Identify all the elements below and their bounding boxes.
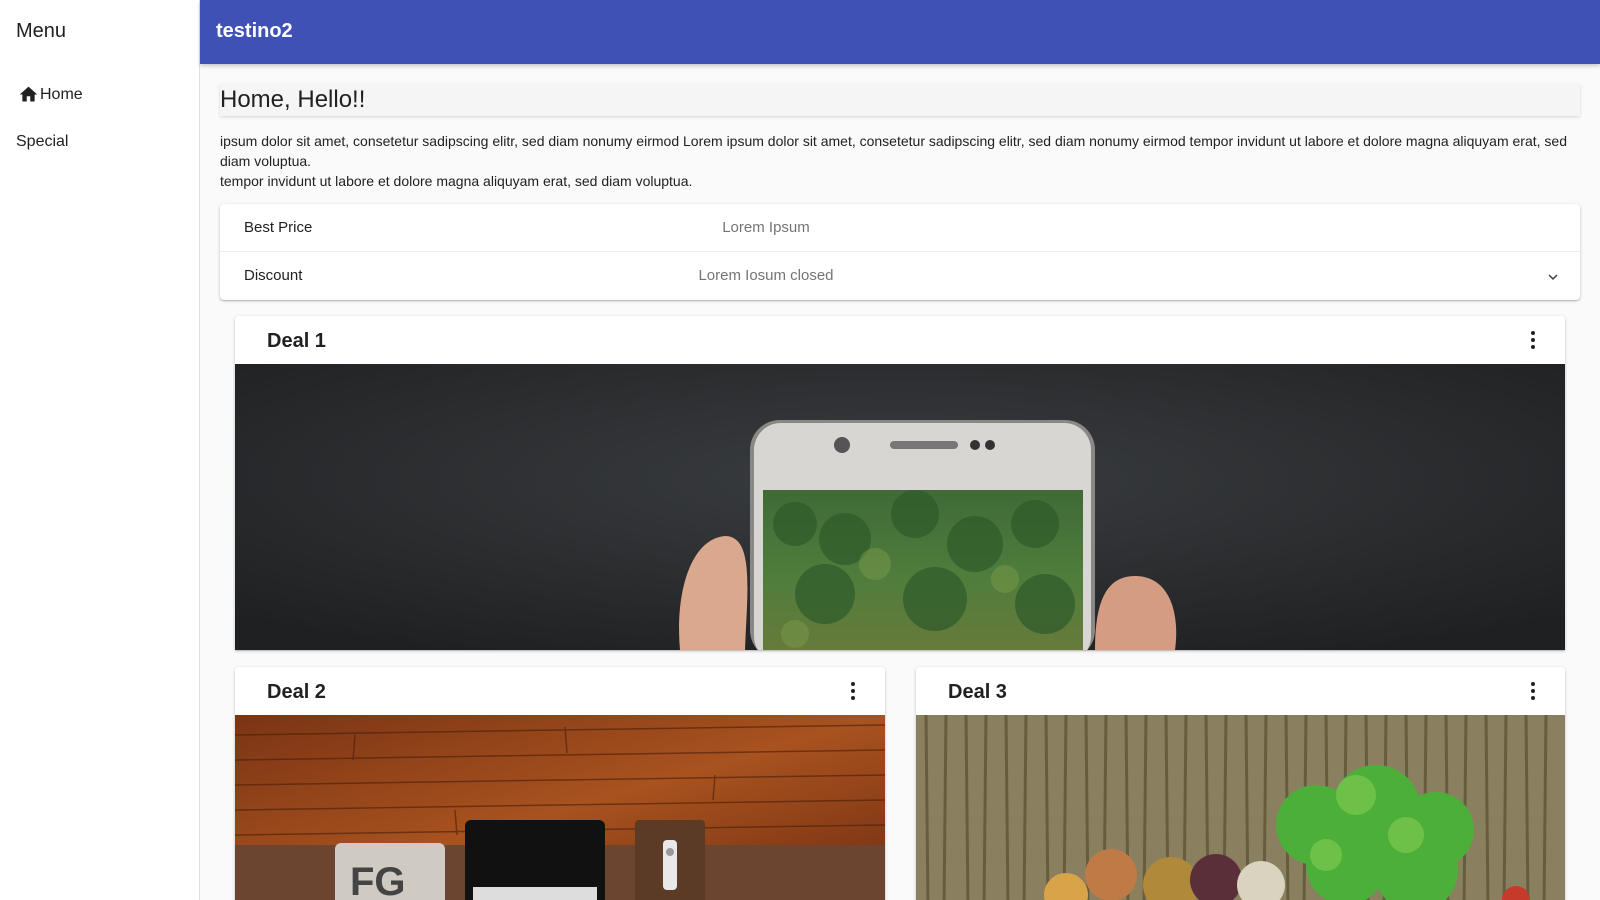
info-row-best-price: Best Price Lorem Ipsum [220,204,1580,252]
sidebar-item-label: Home [40,85,83,103]
deal-title: Deal 2 [267,681,326,703]
svg-text:FG: FG [350,860,406,900]
sidebar-title: Menu [16,20,67,42]
deal-title: Deal 3 [948,681,1007,703]
deal-image [235,364,1565,650]
deal-card[interactable]: Deal 1 [235,316,1565,650]
main-content: Home, Hello!! ipsum dolor sit amet, cons… [200,64,1600,900]
deal-header: Deal 3 [916,667,1565,715]
deal-header: Deal 2 [235,667,885,715]
info-label: Best Price [244,219,313,236]
sidebar-item-home[interactable]: Home [18,84,83,105]
app-title: testino2 [216,20,293,42]
info-panel: Best Price Lorem Ipsum Discount Lorem Io… [220,204,1580,300]
deal-header: Deal 1 [235,316,1565,364]
deal-image: FG [235,715,885,900]
deal-title: Deal 1 [267,330,326,352]
intro-line-1: ipsum dolor sit amet, consetetur sadipsc… [220,133,1567,169]
more-vert-icon[interactable] [1521,679,1545,703]
chevron-down-icon[interactable] [1544,268,1562,286]
sidebar-item-label: Special [16,133,69,150]
deal-image [916,715,1565,900]
sidebar-item-special[interactable]: Special [16,133,68,151]
sidebar: Menu Home Special [0,0,200,900]
home-icon [19,86,38,102]
intro-text: ipsum dolor sit amet, consetetur sadipsc… [220,131,1582,191]
page-title: Home, Hello!! [220,84,1580,116]
info-label: Discount [244,267,303,284]
deal-card[interactable]: Deal 3 [916,667,1565,900]
info-value: Lorem Ipsum [722,219,810,236]
info-value: Lorem Iosum closed [698,267,834,284]
deal-card[interactable]: Deal 2 FG [235,667,885,900]
intro-line-2: tempor invidunt ut labore et dolore magn… [220,173,693,189]
more-vert-icon[interactable] [1521,328,1545,352]
top-app-bar: testino2 [200,0,1600,64]
more-vert-icon[interactable] [841,679,865,703]
info-row-discount[interactable]: Discount Lorem Iosum closed [220,252,1580,300]
